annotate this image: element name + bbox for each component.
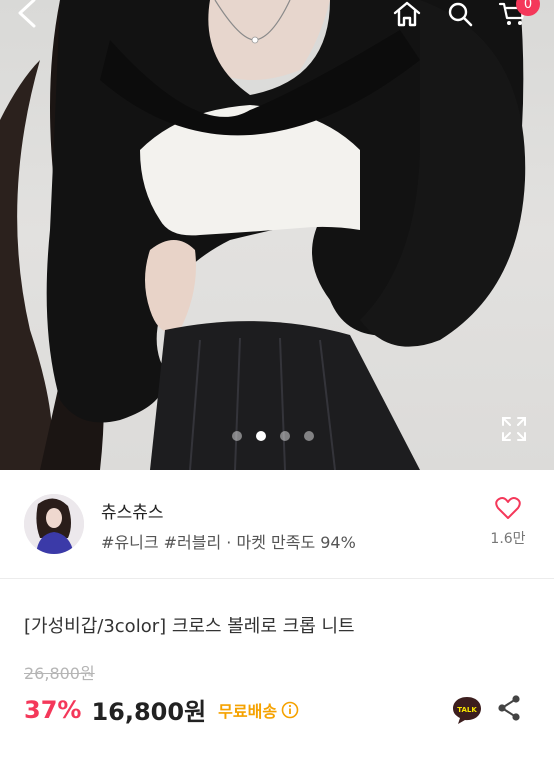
gallery-pagination: [232, 431, 314, 441]
heart-outline-icon: [495, 497, 521, 519]
discount-rate: 37%: [24, 695, 82, 724]
original-price: 26,800원: [24, 664, 95, 683]
like-button[interactable]: 1.6만: [484, 496, 532, 556]
kakao-talk-button[interactable]: TALK: [451, 694, 483, 726]
product-image-gallery[interactable]: 0: [0, 0, 554, 470]
talk-icon: TALK: [453, 697, 481, 724]
back-button[interactable]: [14, 0, 54, 30]
talk-label: TALK: [457, 706, 477, 714]
sale-price: 16,800원: [91, 698, 207, 726]
search-button[interactable]: [446, 0, 486, 34]
home-icon: [393, 1, 421, 27]
share-button[interactable]: [496, 694, 522, 722]
pagination-dot[interactable]: [304, 431, 314, 441]
pagination-dot-active[interactable]: [256, 431, 266, 441]
price-row: 37% 16,800원 무료배송: [24, 692, 299, 727]
info-icon[interactable]: [281, 701, 299, 719]
pagination-dot[interactable]: [280, 431, 290, 441]
expand-image-button[interactable]: [498, 413, 530, 445]
share-icon: [498, 695, 520, 721]
product-photo: [0, 0, 526, 470]
seller-info[interactable]: 츄스츄스 #유니크 #러블리 · 마켓 만족도 94% 1.6만: [0, 470, 554, 579]
like-count: 1.6만: [490, 531, 526, 547]
seller-avatar-image: [24, 494, 84, 554]
search-icon: [448, 2, 473, 27]
free-shipping-label: 무료배송: [218, 701, 278, 721]
pagination-dot[interactable]: [232, 431, 242, 441]
seller-tags: #유니크 #러블리 · 마켓 만족도 94%: [101, 533, 356, 552]
expand-icon: [502, 417, 526, 441]
seller-name[interactable]: 츄스츄스: [101, 498, 164, 523]
seller-avatar[interactable]: [24, 494, 84, 554]
chevron-left-icon: [18, 0, 36, 28]
home-button[interactable]: [392, 0, 432, 34]
product-title: [가성비갑/3color] 크로스 볼레로 크롭 니트: [24, 616, 355, 637]
